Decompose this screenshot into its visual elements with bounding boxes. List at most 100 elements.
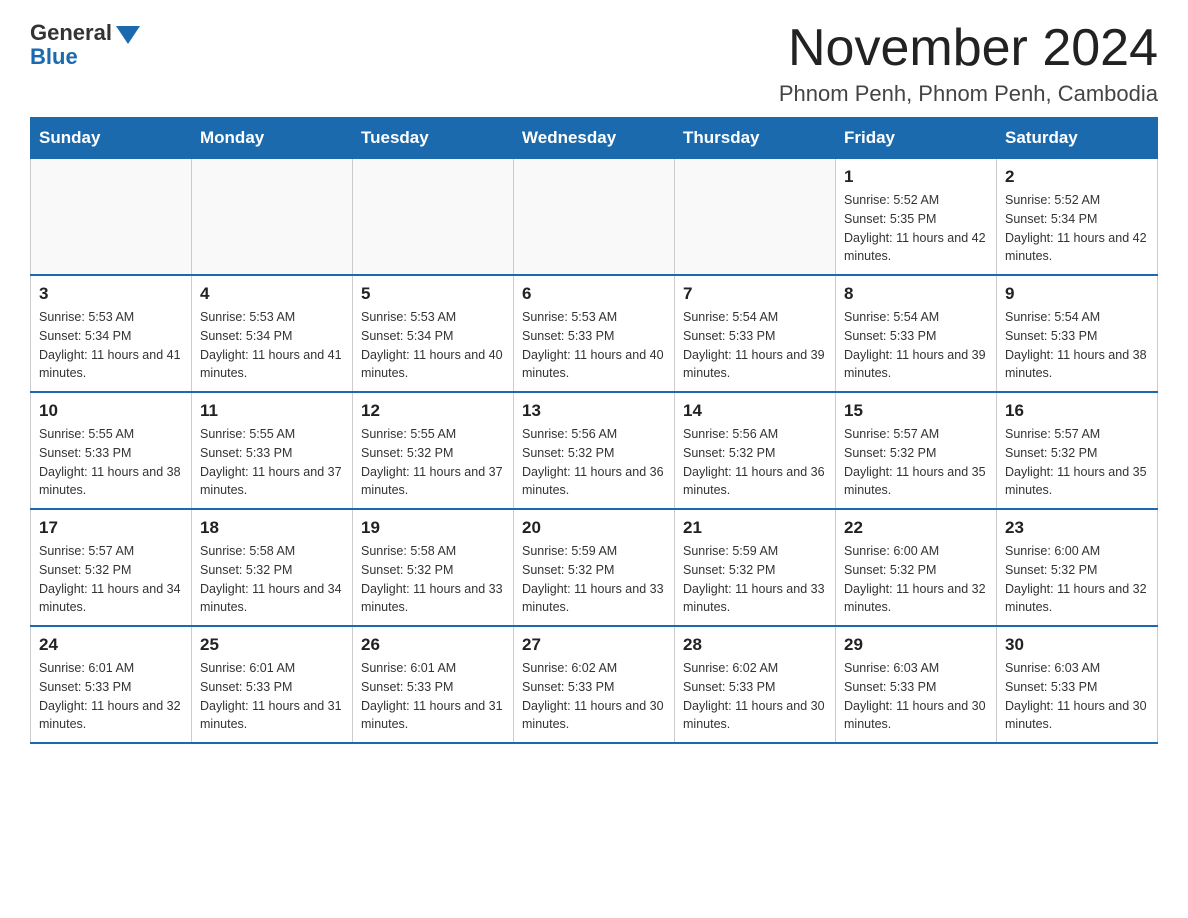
day-number: 5 — [361, 284, 505, 304]
calendar-cell: 11 Sunrise: 5:55 AMSunset: 5:33 PMDayligh… — [192, 392, 353, 509]
calendar-header-tuesday: Tuesday — [353, 118, 514, 159]
day-info: Sunrise: 6:01 AMSunset: 5:33 PMDaylight:… — [361, 659, 505, 734]
calendar-subtitle: Phnom Penh, Phnom Penh, Cambodia — [779, 81, 1158, 107]
calendar-cell: 9Sunrise: 5:54 AMSunset: 5:33 PMDaylight… — [997, 275, 1158, 392]
calendar-cell: 26Sunrise: 6:01 AMSunset: 5:33 PMDayligh… — [353, 626, 514, 743]
day-number: 28 — [683, 635, 827, 655]
calendar-header-thursday: Thursday — [675, 118, 836, 159]
day-number: 13 — [522, 401, 666, 421]
day-number: 12 — [361, 401, 505, 421]
calendar-cell: 30 Sunrise: 6:03 AMSunset: 5:33 PMDayligh… — [997, 626, 1158, 743]
calendar-cell: 12Sunrise: 5:55 AMSunset: 5:32 PMDayligh… — [353, 392, 514, 509]
day-number: 27 — [522, 635, 666, 655]
day-number: 21 — [683, 518, 827, 538]
calendar-cell: 14 Sunrise: 5:56 AMSunset: 5:32 PMDayligh… — [675, 392, 836, 509]
day-info: Sunrise: 5:59 AMSunset: 5:32 PMDaylight:… — [683, 542, 827, 617]
day-info: Sunrise: 6:00 AMSunset: 5:32 PMDaylight:… — [844, 542, 988, 617]
logo-general-text: General — [30, 20, 112, 46]
logo-triangle-icon — [116, 26, 140, 44]
calendar-cell: 19 Sunrise: 5:58 AMSunset: 5:32 PMDayligh… — [353, 509, 514, 626]
day-info: Sunrise: 5:55 AMSunset: 5:33 PMDaylight:… — [200, 425, 344, 500]
day-number: 3 — [39, 284, 183, 304]
day-info: Sunrise: 6:02 AMSunset: 5:33 PMDaylight:… — [683, 659, 827, 734]
day-info: Sunrise: 5:53 AMSunset: 5:34 PMDaylight:… — [200, 308, 344, 383]
day-number: 2 — [1005, 167, 1149, 187]
calendar-cell: 27Sunrise: 6:02 AMSunset: 5:33 PMDayligh… — [514, 626, 675, 743]
calendar-cell: 21 Sunrise: 5:59 AMSunset: 5:32 PMDayligh… — [675, 509, 836, 626]
calendar-cell: 20 Sunrise: 5:59 AMSunset: 5:32 PMDayligh… — [514, 509, 675, 626]
page-header: General Blue November 2024 Phnom Penh, P… — [30, 20, 1158, 107]
day-info: Sunrise: 6:00 AMSunset: 5:32 PMDaylight:… — [1005, 542, 1149, 617]
calendar-cell: 10 Sunrise: 5:55 AMSunset: 5:33 PMDayligh… — [31, 392, 192, 509]
day-info: Sunrise: 5:53 AMSunset: 5:34 PMDaylight:… — [361, 308, 505, 383]
day-number: 24 — [39, 635, 183, 655]
calendar-cell: 23 Sunrise: 6:00 AMSunset: 5:32 PMDayligh… — [997, 509, 1158, 626]
day-number: 19 — [361, 518, 505, 538]
calendar-cell: 15 Sunrise: 5:57 AMSunset: 5:32 PMDayligh… — [836, 392, 997, 509]
calendar-cell: 7Sunrise: 5:54 AMSunset: 5:33 PMDaylight… — [675, 275, 836, 392]
calendar-cell: 6 Sunrise: 5:53 AMSunset: 5:33 PMDaylight… — [514, 275, 675, 392]
calendar-header-wednesday: Wednesday — [514, 118, 675, 159]
day-number: 25 — [200, 635, 344, 655]
day-info: Sunrise: 5:56 AMSunset: 5:32 PMDaylight:… — [522, 425, 666, 500]
logo: General Blue — [30, 20, 140, 70]
calendar-week-row: 24 Sunrise: 6:01 AMSunset: 5:33 PMDayligh… — [31, 626, 1158, 743]
day-number: 16 — [1005, 401, 1149, 421]
calendar-cell: 16 Sunrise: 5:57 AMSunset: 5:32 PMDayligh… — [997, 392, 1158, 509]
calendar-header-sunday: Sunday — [31, 118, 192, 159]
day-info: Sunrise: 5:58 AMSunset: 5:32 PMDaylight:… — [361, 542, 505, 617]
calendar-title: November 2024 — [779, 20, 1158, 77]
day-info: Sunrise: 5:54 AMSunset: 5:33 PMDaylight:… — [844, 308, 988, 383]
calendar-table: SundayMondayTuesdayWednesdayThursdayFrid… — [30, 117, 1158, 744]
day-number: 6 — [522, 284, 666, 304]
calendar-cell: 24 Sunrise: 6:01 AMSunset: 5:33 PMDayligh… — [31, 626, 192, 743]
day-number: 9 — [1005, 284, 1149, 304]
day-info: Sunrise: 5:53 AMSunset: 5:34 PMDaylight:… — [39, 308, 183, 383]
day-info: Sunrise: 5:57 AMSunset: 5:32 PMDaylight:… — [39, 542, 183, 617]
day-info: Sunrise: 6:01 AMSunset: 5:33 PMDaylight:… — [39, 659, 183, 734]
calendar-header-row: SundayMondayTuesdayWednesdayThursdayFrid… — [31, 118, 1158, 159]
day-number: 30 — [1005, 635, 1149, 655]
day-info: Sunrise: 6:03 AMSunset: 5:33 PMDaylight:… — [1005, 659, 1149, 734]
day-info: Sunrise: 5:57 AMSunset: 5:32 PMDaylight:… — [1005, 425, 1149, 500]
day-number: 10 — [39, 401, 183, 421]
calendar-cell — [675, 159, 836, 276]
day-number: 1 — [844, 167, 988, 187]
day-info: Sunrise: 5:57 AMSunset: 5:32 PMDaylight:… — [844, 425, 988, 500]
day-number: 18 — [200, 518, 344, 538]
day-info: Sunrise: 5:56 AMSunset: 5:32 PMDaylight:… — [683, 425, 827, 500]
calendar-cell: 1Sunrise: 5:52 AMSunset: 5:35 PMDaylight… — [836, 159, 997, 276]
calendar-cell: 13 Sunrise: 5:56 AMSunset: 5:32 PMDayligh… — [514, 392, 675, 509]
calendar-cell: 2 Sunrise: 5:52 AMSunset: 5:34 PMDaylight… — [997, 159, 1158, 276]
day-info: Sunrise: 5:54 AMSunset: 5:33 PMDaylight:… — [683, 308, 827, 383]
calendar-cell: 8Sunrise: 5:54 AMSunset: 5:33 PMDaylight… — [836, 275, 997, 392]
day-info: Sunrise: 5:58 AMSunset: 5:32 PMDaylight:… — [200, 542, 344, 617]
calendar-week-row: 17 Sunrise: 5:57 AMSunset: 5:32 PMDayligh… — [31, 509, 1158, 626]
day-number: 20 — [522, 518, 666, 538]
day-number: 17 — [39, 518, 183, 538]
day-number: 11 — [200, 401, 344, 421]
day-info: Sunrise: 5:52 AMSunset: 5:34 PMDaylight:… — [1005, 191, 1149, 266]
day-number: 14 — [683, 401, 827, 421]
logo-blue-text: Blue — [30, 44, 78, 70]
calendar-cell: 4Sunrise: 5:53 AMSunset: 5:34 PMDaylight… — [192, 275, 353, 392]
calendar-cell — [31, 159, 192, 276]
title-section: November 2024 Phnom Penh, Phnom Penh, Ca… — [779, 20, 1158, 107]
calendar-cell: 22 Sunrise: 6:00 AMSunset: 5:32 PMDayligh… — [836, 509, 997, 626]
day-number: 23 — [1005, 518, 1149, 538]
calendar-cell: 25 Sunrise: 6:01 AMSunset: 5:33 PMDayligh… — [192, 626, 353, 743]
calendar-header-monday: Monday — [192, 118, 353, 159]
calendar-header-saturday: Saturday — [997, 118, 1158, 159]
day-number: 15 — [844, 401, 988, 421]
calendar-cell: 29Sunrise: 6:03 AMSunset: 5:33 PMDayligh… — [836, 626, 997, 743]
day-info: Sunrise: 6:01 AMSunset: 5:33 PMDaylight:… — [200, 659, 344, 734]
day-number: 22 — [844, 518, 988, 538]
day-info: Sunrise: 5:55 AMSunset: 5:33 PMDaylight:… — [39, 425, 183, 500]
calendar-cell: 5 Sunrise: 5:53 AMSunset: 5:34 PMDaylight… — [353, 275, 514, 392]
day-info: Sunrise: 5:59 AMSunset: 5:32 PMDaylight:… — [522, 542, 666, 617]
day-info: Sunrise: 5:53 AMSunset: 5:33 PMDaylight:… — [522, 308, 666, 383]
calendar-cell: 3 Sunrise: 5:53 AMSunset: 5:34 PMDaylight… — [31, 275, 192, 392]
calendar-cell: 28 Sunrise: 6:02 AMSunset: 5:33 PMDayligh… — [675, 626, 836, 743]
calendar-header-friday: Friday — [836, 118, 997, 159]
calendar-cell — [353, 159, 514, 276]
